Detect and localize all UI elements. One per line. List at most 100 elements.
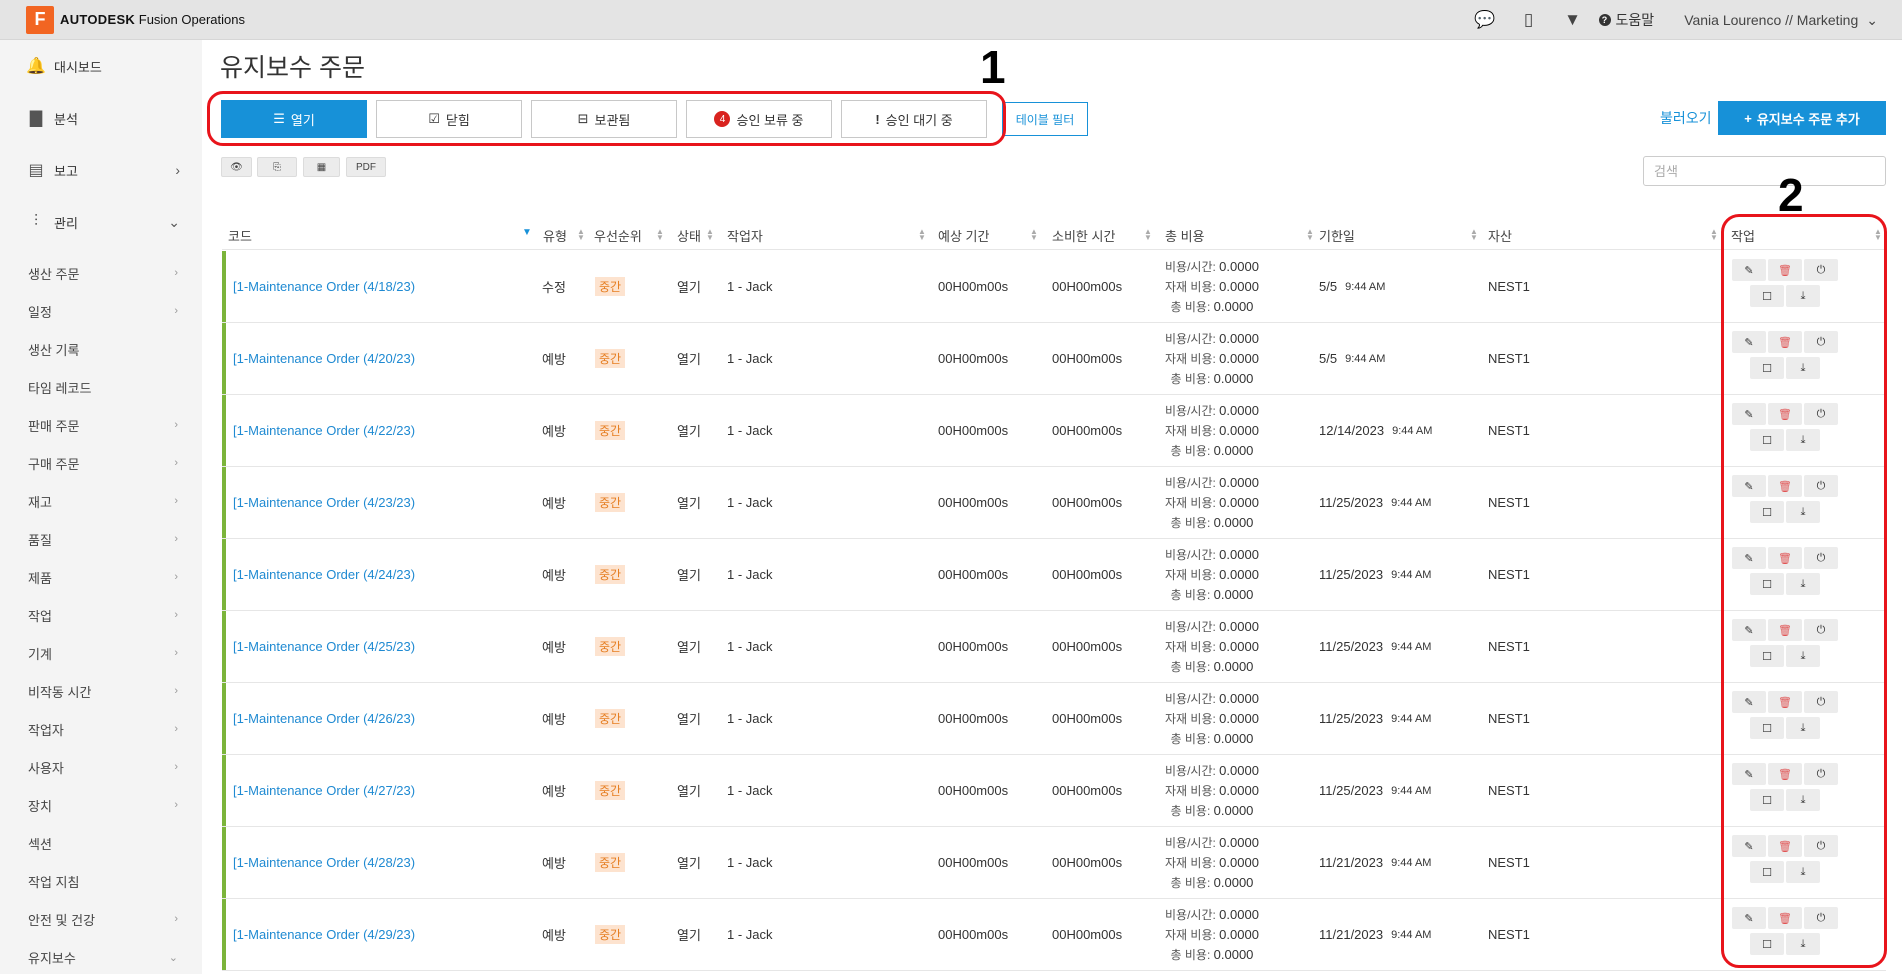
sidebar-item-machines[interactable]: 기계 › <box>0 634 202 672</box>
cost-per-hour: 0.0000 <box>1219 474 1259 490</box>
table-header: 코드 ▼ 유형 ▲ ▼ 우선순위 ▲ ▼ 상태 ▲ ▼ 작업자 ▲ ▼ 예상 기간 ▲ ▼… <box>222 220 1886 250</box>
grid-icon[interactable]: ▦ <box>303 157 340 177</box>
row-status-bar <box>222 323 226 394</box>
column-time-spent[interactable]: 소비한 시간 <box>1052 220 1115 250</box>
sidebar-item-sales-orders[interactable]: 판매 주문 › <box>0 406 202 444</box>
row-status-bar <box>222 251 226 322</box>
order-code-link[interactable]: [1-Maintenance Order (4/22/23) <box>233 423 415 438</box>
sidebar-item-label: 비작동 시간 <box>28 684 92 700</box>
sidebar-item-quality[interactable]: 품질 › <box>0 520 202 558</box>
sort-icon[interactable]: ▲ ▼ <box>1144 228 1152 242</box>
bookmark-icon[interactable]: ▼ <box>1551 0 1595 40</box>
mobile-icon[interactable]: ▯ <box>1507 0 1551 40</box>
table-filter-button[interactable]: 테이블 필터 <box>1002 102 1088 136</box>
column-status[interactable]: 상태 <box>677 220 701 250</box>
order-code-link[interactable]: [1-Maintenance Order (4/25/23) <box>233 639 415 654</box>
table-row: [1-Maintenance Order (4/18/23) 수정 중간 열기 1 - … <box>222 251 1886 323</box>
question-icon: ? <box>1598 14 1611 26</box>
sidebar-item-production-log[interactable]: 생산 기록 <box>0 330 202 368</box>
column-operator[interactable]: 작업자 <box>727 220 763 250</box>
order-code-link[interactable]: [1-Maintenance Order (4/18/23) <box>233 279 415 294</box>
sort-icon[interactable]: ▲ ▼ <box>656 228 664 242</box>
priority-badge: 중간 <box>595 349 626 368</box>
due-date: 5/5 9:44 AM <box>1319 279 1386 294</box>
sidebar-item-purchase-orders[interactable]: 구매 주문 › <box>0 444 202 482</box>
sort-icon[interactable]: ▲ ▼ <box>1710 228 1718 242</box>
sort-desc-icon[interactable]: ▼ <box>522 228 532 238</box>
cost-per-hour: 0.0000 <box>1219 690 1259 706</box>
operator-name: 1 - Jack <box>727 423 773 438</box>
sidebar-item-work-instructions[interactable]: 작업 지침 <box>0 862 202 900</box>
sort-icon[interactable]: ▲ ▼ <box>1306 228 1314 242</box>
search-input[interactable] <box>1643 156 1886 186</box>
order-type: 예방 <box>542 568 566 583</box>
sidebar-item-schedule[interactable]: 일정 › <box>0 292 202 330</box>
order-code-link[interactable]: [1-Maintenance Order (4/26/23) <box>233 711 415 726</box>
sidebar-item-reports[interactable]: ▤ 보고 › <box>0 144 202 196</box>
due-date: 5/5 9:44 AM <box>1319 351 1386 366</box>
order-code-link[interactable]: [1-Maintenance Order (4/24/23) <box>233 567 415 582</box>
material-cost: 0.0000 <box>1219 638 1259 654</box>
due-date: 11/21/2023 9:44 AM <box>1319 927 1432 942</box>
sidebar-item-management[interactable]: ⫶ 관리 ⌄ <box>0 196 202 248</box>
operator-name: 1 - Jack <box>727 855 773 870</box>
column-priority[interactable]: 우선순위 <box>594 220 642 250</box>
material-cost: 0.0000 <box>1219 710 1259 726</box>
sidebar-item-inventory[interactable]: 재고 › <box>0 482 202 520</box>
copy-icon[interactable]: ⎘ <box>257 157 297 177</box>
column-asset[interactable]: 자산 <box>1488 220 1512 250</box>
order-code-link[interactable]: [1-Maintenance Order (4/23/23) <box>233 495 415 510</box>
sort-icon[interactable]: ▲ ▼ <box>1470 228 1478 242</box>
help-button[interactable]: ? 도움말 <box>1598 10 1654 30</box>
sidebar-item-label: 타임 레코드 <box>28 380 92 396</box>
order-type: 예방 <box>542 640 566 655</box>
sidebar-item-jobs[interactable]: 작업 › <box>0 596 202 634</box>
eye-icon[interactable]: 👁 <box>221 157 252 177</box>
sidebar-item-dashboard[interactable]: 🔔 대시보드 <box>0 40 202 92</box>
sidebar-item-devices[interactable]: 장치 › <box>0 786 202 824</box>
column-due-date[interactable]: 기한일 <box>1319 220 1355 250</box>
order-status: 열기 <box>677 568 701 583</box>
sidebar-item-time-records[interactable]: 타임 레코드 <box>0 368 202 406</box>
sidebar-item-users[interactable]: 사용자 › <box>0 748 202 786</box>
sidebar-item-label: 생산 기록 <box>28 342 80 358</box>
chat-icon[interactable]: 💬 <box>1463 0 1507 40</box>
time-spent: 00H00m00s <box>1052 783 1123 798</box>
sidebar-item-production-orders[interactable]: 생산 주문 › <box>0 254 202 292</box>
sort-icon[interactable]: ▲ ▼ <box>706 228 714 242</box>
sidebar-item-downtime[interactable]: 비작동 시간 › <box>0 672 202 710</box>
user-label: Vania Lourenco // Marketing <box>1684 12 1859 28</box>
column-estimated-duration[interactable]: 예상 기간 <box>938 220 989 250</box>
sidebar-item-label: 구매 주문 <box>28 456 80 472</box>
sidebar-item-maintenance[interactable]: 유지보수 ⌄ <box>0 938 202 976</box>
brand[interactable]: F AUTODESK Fusion Operations <box>26 5 245 34</box>
due-date: 11/25/2023 9:44 AM <box>1319 567 1432 582</box>
estimated-duration: 00H00m00s <box>938 351 1009 366</box>
load-link[interactable]: 불러오기 <box>1660 108 1712 128</box>
sidebar-item-safety-health[interactable]: 안전 및 건강 › <box>0 900 202 938</box>
order-code-link[interactable]: [1-Maintenance Order (4/28/23) <box>233 855 415 870</box>
column-code[interactable]: 코드 <box>228 220 252 250</box>
asset-name: NEST1 <box>1488 495 1530 510</box>
sidebar-item-analytics[interactable]: ▇ 분석 <box>0 92 202 144</box>
due-date: 11/25/2023 9:44 AM <box>1319 639 1432 654</box>
user-menu[interactable]: Vania Lourenco // Marketing ⌄ <box>1684 12 1878 29</box>
sidebar-item-label: 재고 <box>28 494 52 510</box>
sidebar-item-products[interactable]: 제품 › <box>0 558 202 596</box>
column-total-cost[interactable]: 총 비용 <box>1165 220 1205 250</box>
pdf-button[interactable]: PDF <box>346 157 386 177</box>
total-cost: 0.0000 <box>1213 946 1254 962</box>
row-status-bar <box>222 611 226 682</box>
column-type[interactable]: 유형 <box>543 220 567 250</box>
add-maintenance-order-button[interactable]: + 유지보수 주문 추가 <box>1718 101 1886 135</box>
sort-icon[interactable]: ▲ ▼ <box>1030 228 1038 242</box>
sort-icon[interactable]: ▲ ▼ <box>918 228 926 242</box>
sort-icon[interactable]: ▲ ▼ <box>577 228 585 242</box>
sidebar: 🔔 대시보드 ▇ 분석 ▤ 보고 › ⫶ 관리 ⌄ 생산 주문 › 일정 › 생산 기록… <box>0 40 202 974</box>
sidebar-item-operators[interactable]: 작업자 › <box>0 710 202 748</box>
sidebar-item-sections[interactable]: 섹션 <box>0 824 202 862</box>
order-code-link[interactable]: [1-Maintenance Order (4/29/23) <box>233 927 415 942</box>
sidebar-item-label: 장치 <box>28 798 52 814</box>
order-code-link[interactable]: [1-Maintenance Order (4/20/23) <box>233 351 415 366</box>
order-code-link[interactable]: [1-Maintenance Order (4/27/23) <box>233 783 415 798</box>
